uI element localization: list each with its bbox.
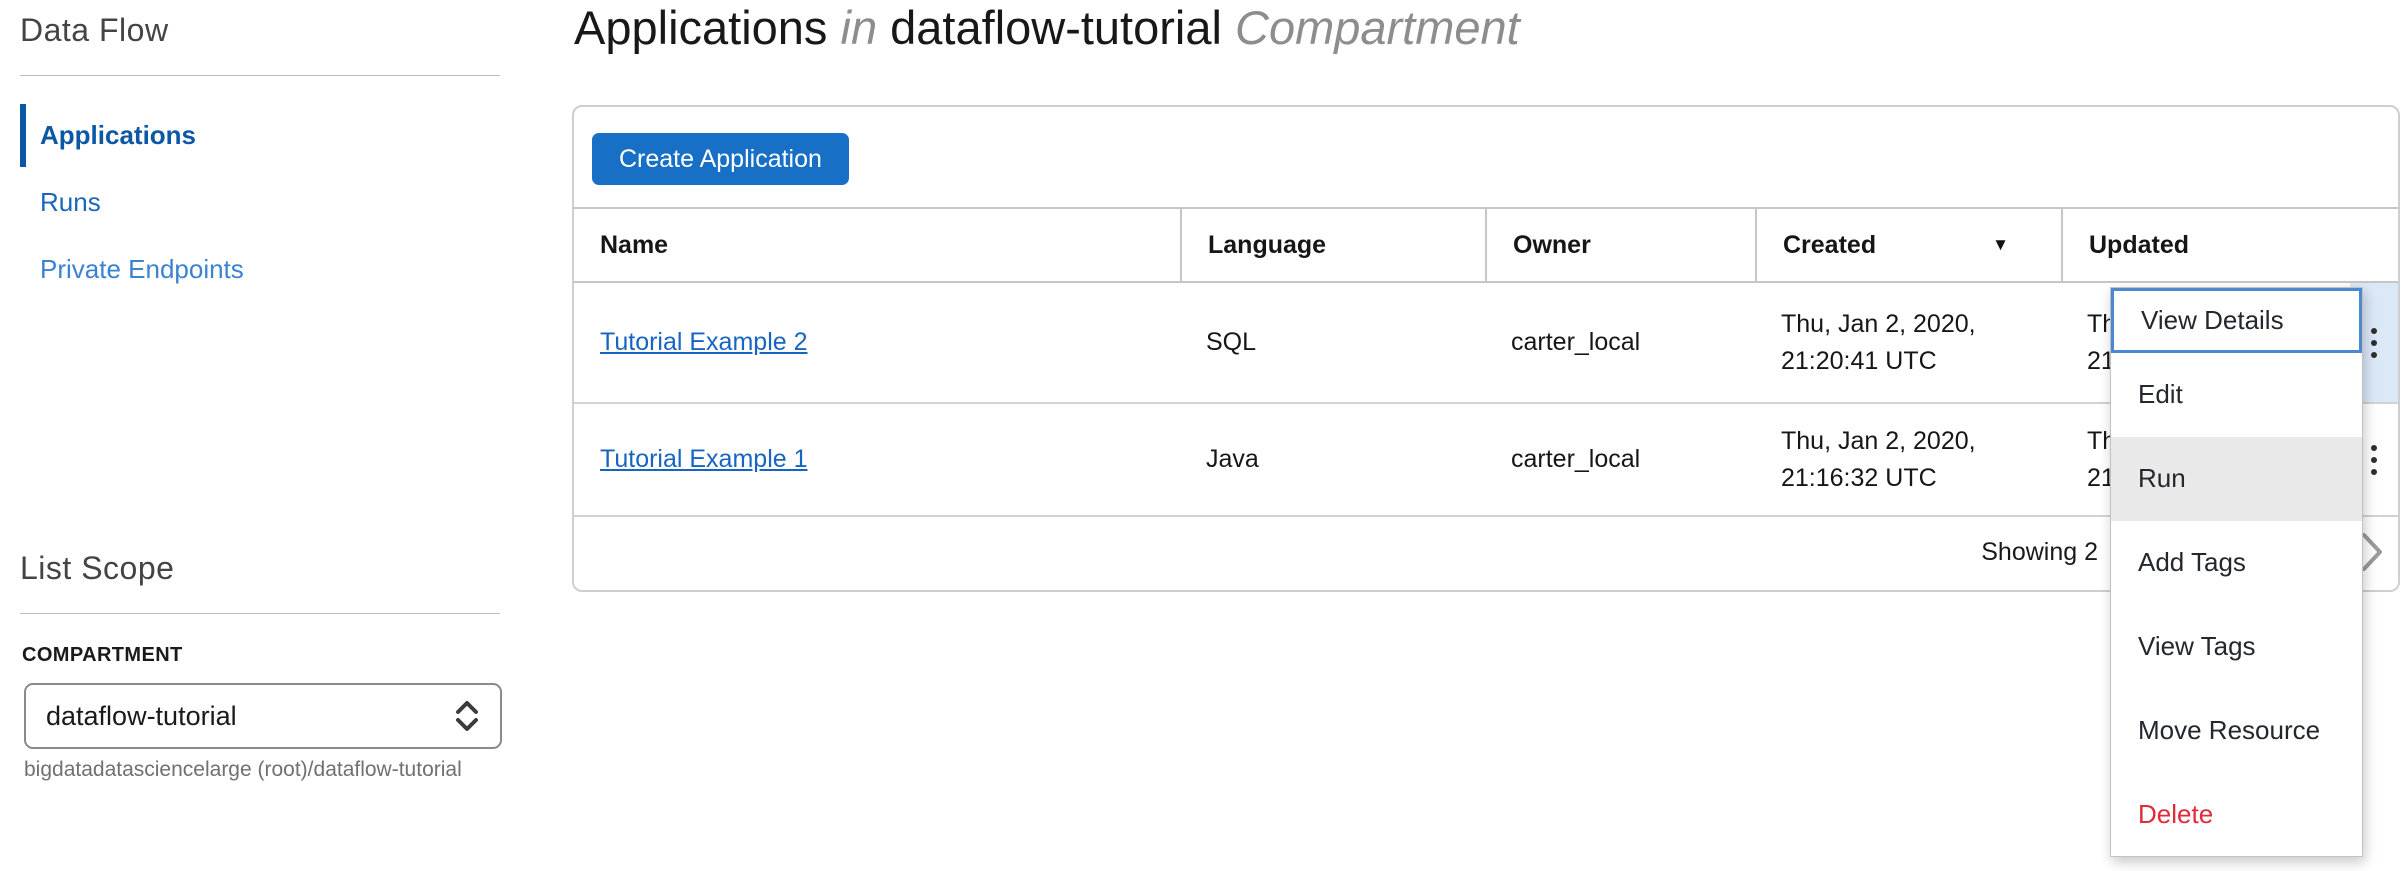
- page-title-resource: Applications: [574, 1, 827, 54]
- menu-item-edit[interactable]: Edit: [2111, 353, 2362, 437]
- menu-item-view-details[interactable]: View Details: [2111, 288, 2362, 353]
- menu-item-view-tags[interactable]: View Tags: [2111, 604, 2362, 688]
- cell-created: Thu, Jan 2, 2020, 21:16:32 UTC: [1755, 404, 2061, 515]
- sidebar-item-applications[interactable]: Applications: [20, 104, 560, 167]
- page-title-compartment-name: dataflow-tutorial: [890, 1, 1222, 54]
- list-scope-divider: [20, 613, 500, 614]
- application-link[interactable]: Tutorial Example 2: [600, 324, 808, 361]
- showing-count-text: Showing 2: [1981, 538, 2098, 567]
- cell-owner: carter_local: [1485, 404, 1755, 515]
- cell-language: Java: [1180, 404, 1485, 515]
- table-header-row: Name Language Owner Created ▼ Updated: [574, 207, 2398, 283]
- cell-owner: carter_local: [1485, 283, 1755, 402]
- card-toolbar: Create Application: [574, 107, 2398, 207]
- kebab-menu-icon[interactable]: [2361, 320, 2387, 366]
- page-title: Applications in dataflow-tutorial Compar…: [574, 0, 1520, 55]
- menu-item-run[interactable]: Run: [2111, 437, 2362, 521]
- list-scope-section: List Scope COMPARTMENT dataflow-tutorial…: [0, 538, 560, 782]
- sidebar-divider: [20, 75, 500, 76]
- row-context-menu: View Details Edit Run Add Tags View Tags…: [2110, 287, 2363, 857]
- column-header-language[interactable]: Language: [1180, 209, 1485, 281]
- compartment-select[interactable]: dataflow-tutorial: [24, 683, 502, 749]
- page-title-in: in: [841, 1, 878, 54]
- column-header-updated[interactable]: Updated: [2061, 209, 2350, 281]
- sidebar: Data Flow Applications Runs Private Endp…: [0, 0, 560, 871]
- kebab-menu-icon[interactable]: [2361, 437, 2387, 483]
- compartment-label: COMPARTMENT: [22, 644, 560, 667]
- column-header-actions: [2350, 209, 2398, 281]
- compartment-path-hint: bigdatadatasciencelarge (root)/dataflow-…: [24, 758, 560, 782]
- select-updown-icon: [454, 698, 480, 734]
- sidebar-nav: Applications Runs Private Endpoints: [20, 104, 560, 301]
- sidebar-item-private-endpoints[interactable]: Private Endpoints: [20, 238, 560, 301]
- list-scope-title: List Scope: [0, 538, 560, 587]
- cell-language: SQL: [1180, 283, 1485, 402]
- sort-desc-icon: ▼: [1992, 235, 2009, 255]
- menu-item-add-tags[interactable]: Add Tags: [2111, 521, 2362, 605]
- column-header-created[interactable]: Created ▼: [1755, 209, 2061, 281]
- menu-item-delete[interactable]: Delete: [2111, 772, 2362, 856]
- sidebar-item-runs[interactable]: Runs: [20, 171, 560, 234]
- column-header-name[interactable]: Name: [574, 209, 1180, 281]
- create-application-button[interactable]: Create Application: [592, 133, 849, 185]
- page-title-suffix: Compartment: [1235, 1, 1520, 54]
- compartment-select-value: dataflow-tutorial: [46, 701, 454, 732]
- menu-item-move-resource[interactable]: Move Resource: [2111, 688, 2362, 772]
- column-header-created-label: Created: [1783, 231, 1876, 260]
- application-link[interactable]: Tutorial Example 1: [600, 441, 808, 478]
- column-header-owner[interactable]: Owner: [1485, 209, 1755, 281]
- sidebar-title: Data Flow: [0, 0, 560, 49]
- cell-created: Thu, Jan 2, 2020, 21:20:41 UTC: [1755, 283, 2061, 402]
